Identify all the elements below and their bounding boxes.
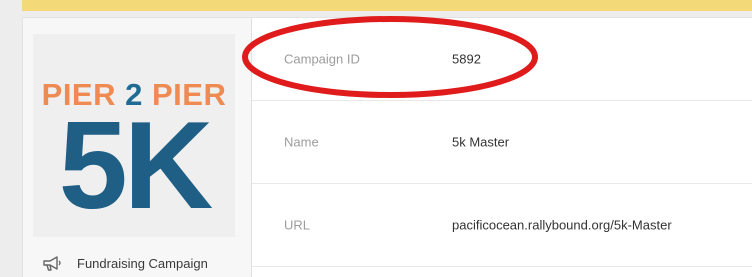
campaign-logo: PIER 2 PIER 5K (33, 34, 235, 237)
top-accent-bar (22, 0, 752, 11)
campaign-id-value: 5892 (452, 51, 481, 67)
detail-row-campaign-id: Campaign ID 5892 (252, 18, 752, 101)
campaign-sidebar: PIER 2 PIER 5K Fundraising Campaign (23, 18, 252, 277)
logo-5k-text: 5K (58, 97, 214, 235)
name-label: Name (284, 134, 319, 150)
sidebar-item-label: Fundraising Campaign (77, 255, 208, 271)
name-value: 5k Master (452, 134, 510, 150)
url-value[interactable]: pacificocean.rallybound.org/5k-Master (452, 218, 672, 233)
detail-row-url: URL pacificocean.rallybound.org/5k-Maste… (252, 184, 752, 267)
sidebar-item-fundraising-campaign[interactable]: Fundraising Campaign (41, 252, 208, 274)
detail-row-name: Name 5k Master (252, 101, 752, 184)
campaign-details: Campaign ID 5892 Name 5k Master URL paci… (252, 18, 752, 277)
campaign-panel: PIER 2 PIER 5K Fundraising Campaign Camp… (22, 17, 752, 277)
url-label: URL (284, 217, 311, 233)
megaphone-icon (43, 256, 61, 271)
campaign-id-label: Campaign ID (284, 51, 360, 67)
